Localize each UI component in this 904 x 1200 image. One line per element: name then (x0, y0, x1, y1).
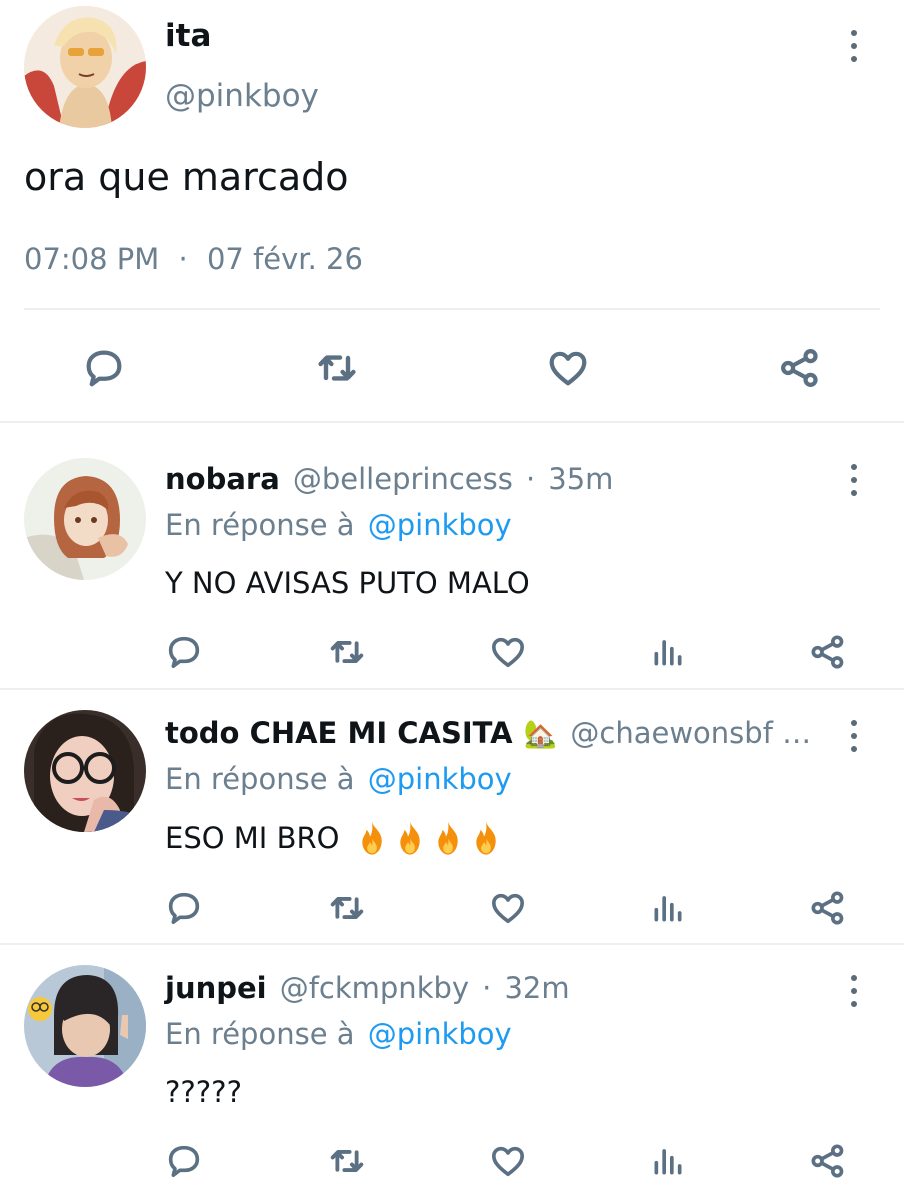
reply-icon[interactable] (78, 342, 130, 394)
reply-prefix: En réponse à (165, 1017, 355, 1051)
retweet-icon[interactable] (325, 630, 369, 674)
retweet-icon[interactable] (325, 886, 369, 930)
avatar-image (24, 458, 146, 580)
reply-header: nobara @belleprincess · 35m (165, 462, 613, 496)
avatar[interactable] (24, 965, 146, 1087)
tweet-time: 07:08 PM (24, 242, 160, 276)
fire-emojis (355, 820, 503, 856)
display-name[interactable]: ita (165, 18, 211, 54)
fire-icon (400, 821, 421, 855)
separator-dot: · (178, 242, 188, 276)
separator-dot: · (525, 462, 536, 496)
more-options-icon[interactable] (844, 971, 864, 1011)
house-emoji: 🏡 (523, 719, 558, 750)
heart-icon[interactable] (486, 886, 530, 930)
fire-icon (438, 821, 459, 855)
reply-header: todo CHAE MI CASITA 🏡 @chaewonsbf … (165, 716, 811, 750)
user-handle[interactable]: @fckmpnkby (280, 971, 469, 1005)
tweet-text: ora que marcado (24, 155, 349, 199)
reply-to-link[interactable]: @pinkboy (368, 508, 512, 542)
fire-icon (362, 821, 383, 855)
reply-prefix: En réponse à (165, 508, 355, 542)
views-icon[interactable] (646, 886, 690, 930)
reply-icon[interactable] (162, 886, 206, 930)
replying-to: En réponse à @pinkboy (165, 508, 512, 542)
display-name[interactable]: todo CHAE MI CASITA (165, 716, 513, 750)
reply-tweet[interactable]: todo CHAE MI CASITA 🏡 @chaewonsbf … En r… (0, 690, 904, 944)
share-icon[interactable] (806, 1139, 850, 1183)
user-handle[interactable]: @pinkboy (165, 78, 319, 114)
tweet-date: 07 févr. 26 (206, 242, 363, 276)
fire-icon (476, 821, 497, 855)
reply-to-link[interactable]: @pinkboy (368, 1017, 512, 1051)
views-icon[interactable] (646, 1139, 690, 1183)
avatar[interactable] (24, 710, 146, 832)
reply-tweet[interactable]: nobara @belleprincess · 35m En réponse à… (0, 424, 904, 688)
reply-text: Y NO AVISAS PUTO MALO (165, 566, 530, 600)
views-icon[interactable] (646, 630, 690, 674)
reply-icon[interactable] (162, 630, 206, 674)
separator-dot: · (482, 971, 492, 1005)
retweet-icon[interactable] (311, 342, 363, 394)
avatar[interactable] (24, 6, 146, 128)
share-icon[interactable] (806, 630, 850, 674)
heart-icon[interactable] (486, 630, 530, 674)
user-handle[interactable]: @chaewonsbf … (570, 716, 811, 750)
reply-header: junpei @fckmpnkby · 32m (165, 971, 570, 1005)
display-name[interactable]: junpei (165, 971, 267, 1005)
share-icon[interactable] (774, 342, 826, 394)
main-tweet: ita @pinkboy ora que marcado 07:08 PM · … (0, 0, 904, 422)
avatar-image (24, 6, 146, 128)
reply-to-link[interactable]: @pinkboy (368, 762, 512, 796)
reply-time: 32m (504, 971, 570, 1005)
reply-prefix: En réponse à (165, 762, 355, 796)
more-options-icon[interactable] (844, 716, 864, 756)
tweet-timestamp: 07:08 PM · 07 févr. 26 (24, 242, 363, 276)
avatar-image (24, 965, 146, 1087)
reply-time: 35m (548, 462, 614, 496)
heart-icon[interactable] (486, 1139, 530, 1183)
more-options-icon[interactable] (844, 26, 864, 66)
display-name[interactable]: nobara (165, 462, 280, 496)
reply-text: ????? (165, 1075, 242, 1109)
reply-icon[interactable] (162, 1139, 206, 1183)
more-options-icon[interactable] (844, 460, 864, 500)
retweet-icon[interactable] (325, 1139, 369, 1183)
reply-content: ESO MI BRO (165, 820, 503, 856)
avatar[interactable] (24, 458, 146, 580)
share-icon[interactable] (806, 886, 850, 930)
replying-to: En réponse à @pinkboy (165, 762, 512, 796)
reply-tweet[interactable]: junpei @fckmpnkby · 32m En réponse à @pi… (0, 945, 904, 1200)
replying-to: En réponse à @pinkboy (165, 1017, 512, 1051)
avatar-image (24, 710, 146, 832)
reply-text: ESO MI BRO (165, 821, 340, 855)
heart-icon[interactable] (542, 342, 594, 394)
divider (24, 308, 880, 310)
section-divider (0, 421, 904, 423)
user-handle[interactable]: @belleprincess (293, 462, 513, 496)
